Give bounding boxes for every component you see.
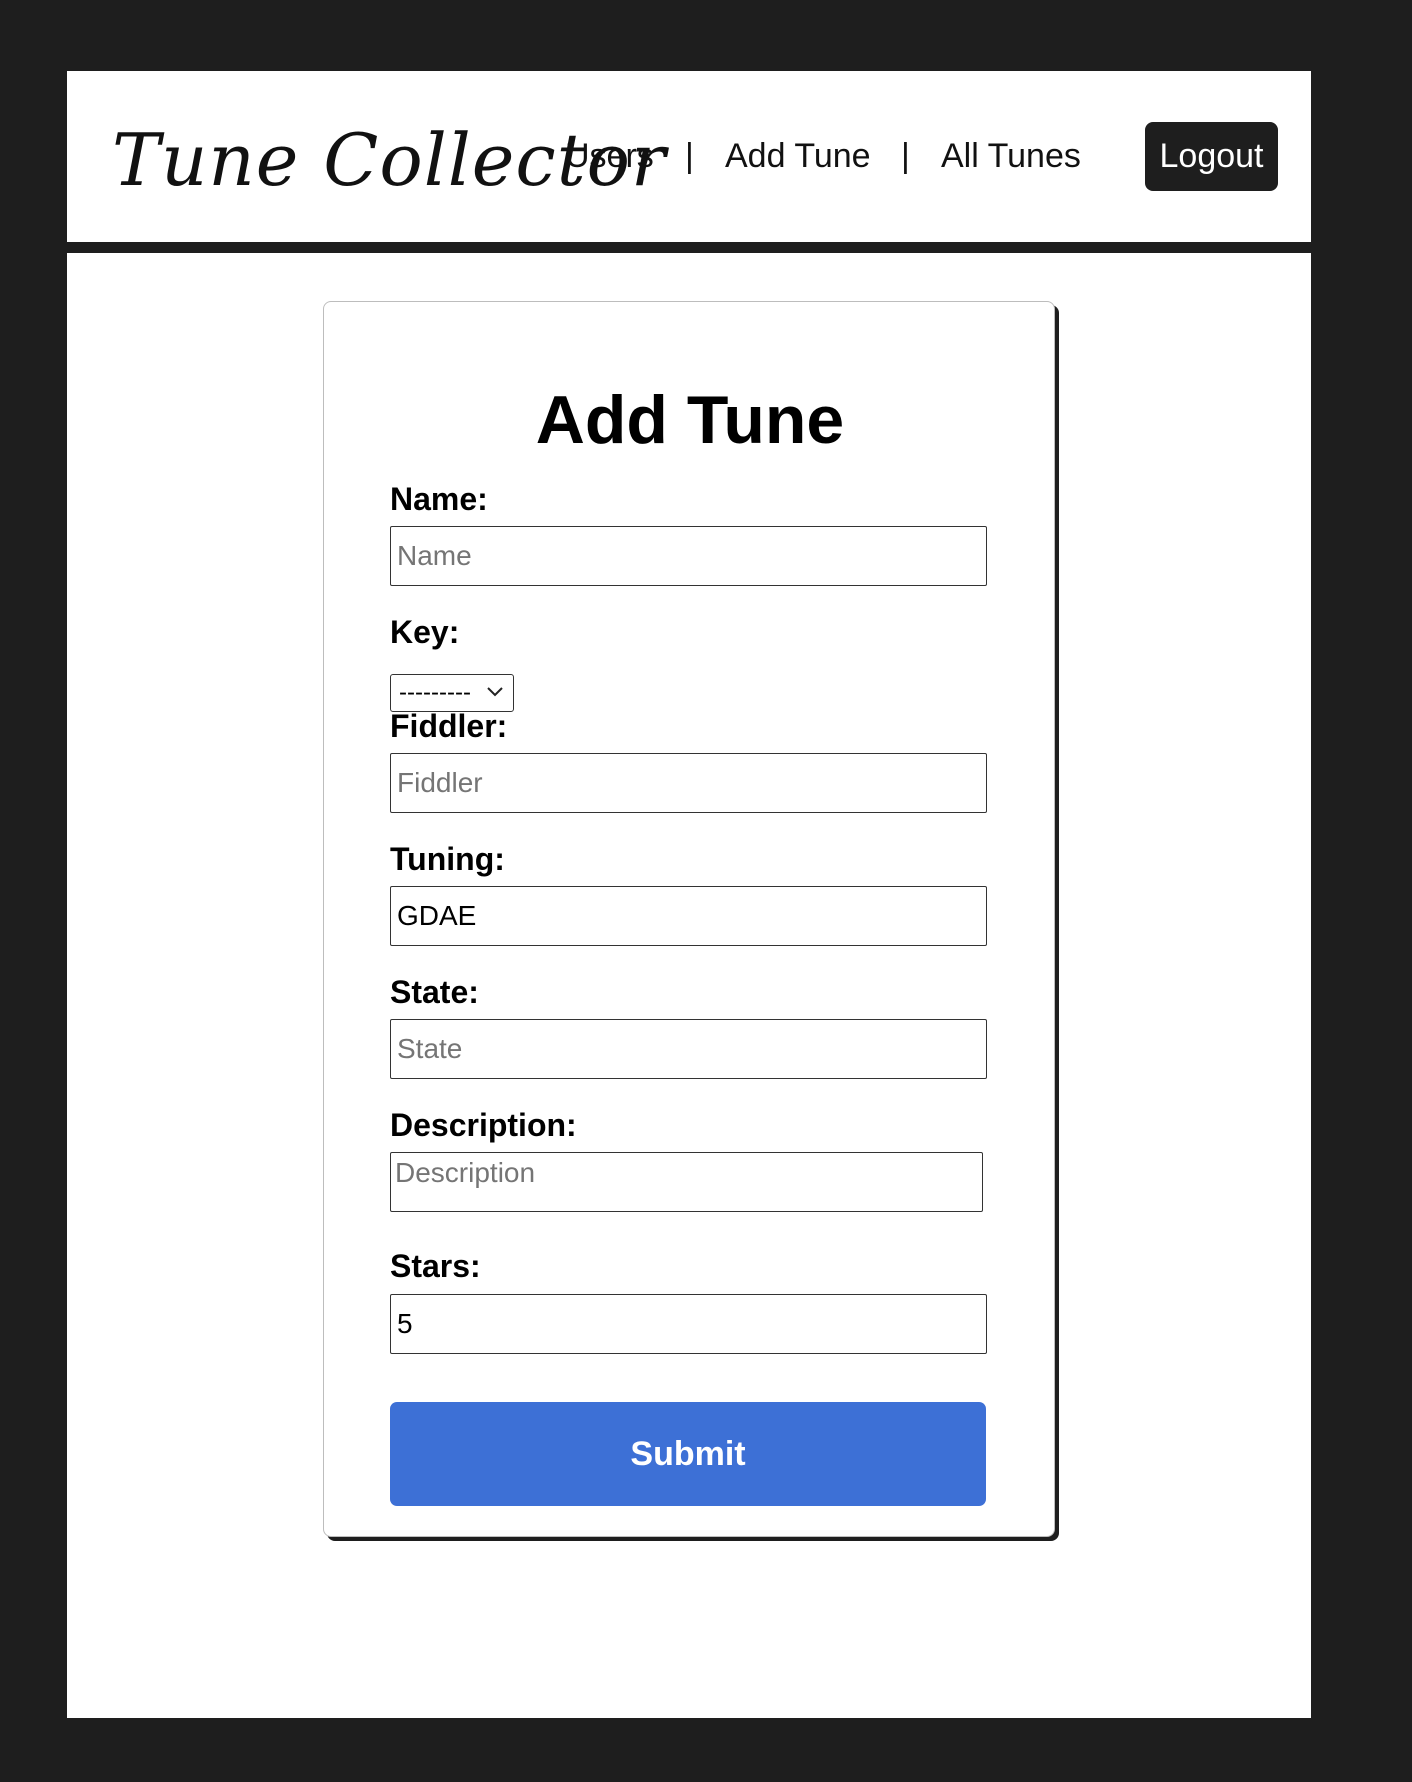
nav-separator: | xyxy=(685,137,694,175)
page-title: Add Tune xyxy=(535,382,845,458)
chevron-down-icon xyxy=(487,687,503,697)
page: Tune Collector Users | Add Tune | All Tu… xyxy=(67,71,1311,1718)
nav-link-users[interactable]: Users xyxy=(565,71,654,242)
name-label: Name: xyxy=(390,481,488,517)
state-label: State: xyxy=(390,974,479,1010)
description-textarea[interactable] xyxy=(390,1152,983,1212)
fiddler-label: Fiddler: xyxy=(390,708,508,744)
submit-button[interactable]: Submit xyxy=(390,1402,986,1506)
tuning-label: Tuning: xyxy=(390,841,505,877)
key-label: Key: xyxy=(390,614,460,650)
logout-button[interactable]: Logout xyxy=(1145,122,1278,191)
name-input[interactable] xyxy=(390,526,987,586)
tuning-input[interactable] xyxy=(390,886,987,946)
state-input[interactable] xyxy=(390,1019,987,1079)
nav-link-add-tune[interactable]: Add Tune xyxy=(725,71,871,242)
fiddler-input[interactable] xyxy=(390,753,987,813)
description-label: Description: xyxy=(390,1107,577,1143)
key-select-value: --------- xyxy=(399,679,471,706)
stars-label: Stars: xyxy=(390,1248,481,1284)
nav-separator: | xyxy=(901,137,910,175)
stars-input[interactable] xyxy=(390,1294,987,1354)
navbar-divider xyxy=(67,242,1311,253)
nav-link-all-tunes[interactable]: All Tunes xyxy=(941,71,1081,242)
add-tune-card: Add Tune Name: Key: --------- Fiddler: T… xyxy=(323,301,1055,1537)
navbar: Tune Collector Users | Add Tune | All Tu… xyxy=(67,71,1311,242)
